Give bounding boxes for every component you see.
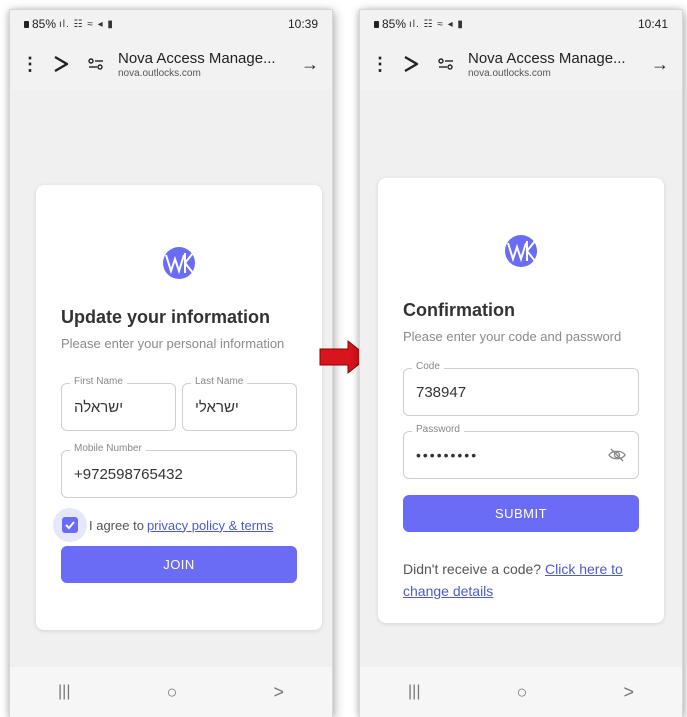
company-logo	[505, 235, 537, 267]
clock: 10:41	[637, 17, 668, 31]
resend-text: Didn't receive a code?	[403, 561, 545, 577]
status-bar: 85% ıl. ☷ ≈ ◂ ▮ 10:41	[360, 10, 682, 38]
first-name-field[interactable]: First Name ישראלה	[61, 376, 176, 431]
card-subtitle: Please enter your code and password	[403, 329, 622, 344]
home-icon[interactable]: ○	[517, 682, 528, 703]
site-settings-icon[interactable]	[432, 57, 460, 71]
battery-level: 85%	[382, 17, 407, 31]
status-bar: 85% ıl. ☷ ≈ ◂ ▮ 10:39	[10, 10, 332, 38]
company-logo	[163, 247, 195, 279]
agree-checkbox[interactable]	[53, 508, 87, 542]
confirmation-card: Confirmation Please enter your code and …	[378, 178, 664, 623]
share-icon[interactable]	[44, 55, 78, 73]
checkmark-icon	[65, 521, 75, 530]
page-title: Nova Access Manage...	[468, 49, 626, 67]
forward-arrow-icon[interactable]: →	[298, 54, 322, 75]
browser-toolbar: ⋮ Nova Access Manage... nova.outlocks.co…	[10, 38, 332, 90]
password-label: Password	[412, 424, 464, 435]
signup-card: Update your information Please enter you…	[36, 185, 322, 630]
first-name-label: First Name	[70, 376, 127, 387]
page-url: nova.outlocks.com	[118, 67, 201, 79]
eye-off-icon[interactable]	[608, 447, 626, 463]
battery-level: 85%	[32, 17, 57, 31]
status-icons: ıl. ☷ ≈ ◂ ▮	[59, 18, 114, 30]
card-subtitle: Please enter your personal information	[61, 336, 285, 351]
android-nav-bar: ||| ○ >	[10, 667, 332, 717]
submit-button[interactable]: SUBMIT	[403, 495, 639, 532]
privacy-policy-link[interactable]: privacy policy & terms	[147, 518, 273, 533]
agree-terms-row: I agree to privacy policy & terms	[53, 508, 273, 542]
join-button[interactable]: JOIN	[61, 546, 297, 583]
page-content: Update your information Please enter you…	[10, 90, 332, 667]
password-value: •••••••••	[416, 447, 479, 463]
address-bar[interactable]: Nova Access Manage... nova.outlocks.com	[114, 50, 294, 79]
status-icons: ıl. ☷ ≈ ◂ ▮	[409, 18, 464, 30]
phone-screen-confirmation: 85% ıl. ☷ ≈ ◂ ▮ 10:41 ⋮ Nova Access Mana…	[360, 10, 682, 717]
code-field[interactable]: Code 738947	[403, 361, 639, 416]
card-title: Update your information	[61, 307, 271, 327]
last-name-value: ישראלי	[195, 399, 239, 416]
android-nav-bar: ||| ○ >	[360, 667, 682, 717]
back-icon[interactable]: >	[623, 682, 634, 703]
resend-message: Didn't receive a code? Click here to cha…	[403, 558, 643, 602]
battery-icon	[374, 20, 379, 28]
forward-arrow-icon[interactable]: →	[648, 54, 672, 75]
share-icon[interactable]	[394, 55, 428, 73]
mobile-number-value: +972598765432	[74, 466, 183, 483]
last-name-label: Last Name	[191, 376, 248, 387]
mobile-number-label: Mobile Number	[70, 443, 146, 454]
back-icon[interactable]: >	[273, 682, 284, 703]
agree-text: I agree to	[89, 517, 144, 533]
page-content: Confirmation Please enter your code and …	[360, 90, 682, 667]
last-name-field[interactable]: Last Name ישראלי	[182, 376, 297, 431]
code-label: Code	[412, 361, 444, 372]
first-name-value: ישראלה	[74, 399, 124, 416]
more-menu-icon[interactable]: ⋮	[20, 55, 40, 73]
code-value: 738947	[416, 384, 467, 401]
page-url: nova.outlocks.com	[468, 67, 551, 79]
home-icon[interactable]: ○	[167, 682, 178, 703]
mobile-number-field[interactable]: Mobile Number +972598765432	[61, 443, 297, 498]
clock: 10:39	[287, 17, 318, 31]
browser-toolbar: ⋮ Nova Access Manage... nova.outlocks.co…	[360, 38, 682, 90]
site-settings-icon[interactable]	[82, 57, 110, 71]
address-bar[interactable]: Nova Access Manage... nova.outlocks.com	[464, 50, 644, 79]
battery-icon	[24, 20, 29, 28]
card-title: Confirmation	[403, 300, 515, 320]
more-menu-icon[interactable]: ⋮	[370, 55, 390, 73]
page-title: Nova Access Manage...	[118, 49, 276, 67]
phone-screen-signup: 85% ıl. ☷ ≈ ◂ ▮ 10:39 ⋮ Nova Access Mana…	[10, 10, 332, 717]
recents-icon[interactable]: |||	[58, 683, 70, 701]
password-field[interactable]: Password •••••••••	[403, 424, 639, 479]
recents-icon[interactable]: |||	[408, 683, 420, 701]
